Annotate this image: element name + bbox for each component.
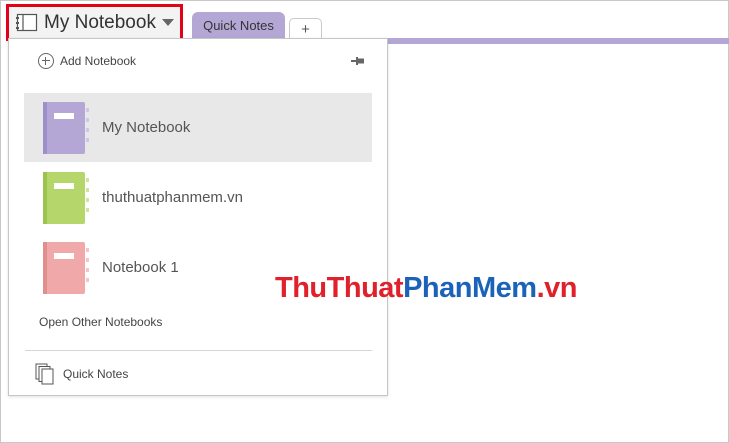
watermark-part-2: PhanMem	[403, 272, 537, 304]
notebook-item-thuthuatphanmem[interactable]: thuthuatphanmem.vn	[24, 163, 372, 232]
add-section-tab[interactable]: +	[289, 18, 322, 39]
notebook-title: My Notebook	[44, 11, 156, 33]
notebook-book-icon	[43, 241, 89, 294]
open-other-notebooks-link[interactable]: Open Other Notebooks	[39, 315, 162, 329]
notebook-book-icon	[43, 171, 89, 224]
divider	[25, 350, 372, 351]
watermark-part-1: ThuThuat	[275, 272, 404, 304]
notebook-item-label: thuthuatphanmem.vn	[102, 189, 243, 206]
notebook-dropdown-panel: Add Notebook My Notebook thuthuatphanmem…	[8, 38, 388, 396]
plus-icon: +	[301, 20, 310, 38]
notebook-icon	[16, 13, 38, 32]
notebook-item-my-notebook[interactable]: My Notebook	[24, 93, 372, 162]
caret-down-icon	[161, 19, 174, 26]
pin-icon[interactable]	[351, 56, 365, 66]
add-circle-icon	[38, 53, 54, 69]
watermark-logo: ThuThuatPhanMem.vn	[275, 272, 577, 305]
pages-icon	[35, 363, 54, 385]
notebook-switcher-button[interactable]: My Notebook	[6, 4, 183, 41]
quick-notes-link[interactable]: Quick Notes	[35, 363, 128, 385]
tab-quick-notes-label: Quick Notes	[203, 18, 274, 33]
quick-notes-label: Quick Notes	[63, 367, 129, 381]
notebook-book-icon	[43, 101, 89, 154]
add-notebook-label: Add Notebook	[60, 54, 137, 68]
tab-quick-notes[interactable]: Quick Notes	[192, 12, 285, 39]
notebook-item-label: Notebook 1	[102, 259, 179, 276]
notebook-item-label: My Notebook	[102, 119, 191, 136]
watermark-part-3: .vn	[536, 272, 578, 304]
add-notebook-button[interactable]: Add Notebook	[38, 53, 136, 69]
